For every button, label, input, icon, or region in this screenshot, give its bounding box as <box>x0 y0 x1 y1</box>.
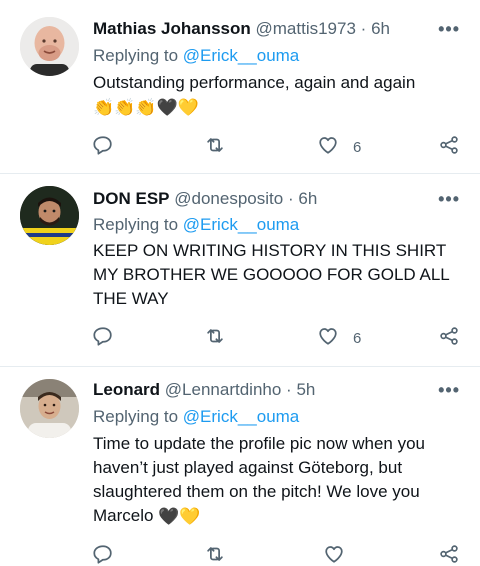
tweet-3[interactable]: Leonard @Lennartdinho · 5h ••• Replying … <box>0 367 480 566</box>
retweet-button[interactable] <box>204 544 226 566</box>
retweet-icon <box>204 325 226 352</box>
mention-link[interactable]: @Erick__ouma <box>183 407 299 426</box>
share-button[interactable] <box>438 326 460 350</box>
heart-icon <box>323 543 345 566</box>
replying-to: Replying to @Erick__ouma <box>93 213 299 237</box>
replying-prefix: Replying to <box>93 46 179 65</box>
tweet-actions: 6 <box>0 326 480 350</box>
mention-link[interactable]: @Erick__ouma <box>183 46 299 65</box>
more-options-icon[interactable]: ••• <box>438 187 460 211</box>
replying-to: Replying to @Erick__ouma <box>93 405 299 429</box>
like-button[interactable]: 6 <box>317 326 361 350</box>
share-button[interactable] <box>438 544 460 566</box>
reply-icon <box>92 134 114 161</box>
share-button[interactable] <box>438 135 460 159</box>
like-count: 6 <box>353 138 362 156</box>
avatar[interactable] <box>20 186 79 245</box>
tweet-text: KEEP ON WRITING HISTORY IN THIS SHIRT MY… <box>93 241 450 308</box>
tweet-body: Time to update the profile pic now when … <box>93 434 426 525</box>
avatar[interactable] <box>20 17 79 76</box>
more-options-icon[interactable]: ••• <box>438 378 460 402</box>
emoji-line: 🖤💛 <box>158 506 201 526</box>
timestamp[interactable]: 6h <box>371 19 390 38</box>
heart-icon <box>317 325 339 352</box>
tweet-header: Mathias Johansson @mattis1973 · 6h ••• <box>93 17 460 41</box>
reply-icon <box>92 325 114 352</box>
more-options-icon[interactable]: ••• <box>438 17 460 41</box>
separator-dot: · <box>287 189 294 208</box>
display-name[interactable]: Leonard <box>93 380 160 399</box>
avatar-image <box>20 186 79 245</box>
replying-prefix: Replying to <box>93 215 179 234</box>
like-button[interactable] <box>323 544 345 566</box>
separator-dot: · <box>286 380 292 399</box>
retweet-button[interactable] <box>204 326 226 350</box>
share-icon <box>438 543 460 566</box>
avatar-image <box>20 379 79 438</box>
user-handle[interactable]: @donesposito <box>174 189 283 208</box>
mention-link[interactable]: @Erick__ouma <box>183 215 299 234</box>
tweet-actions <box>0 544 480 566</box>
share-icon <box>438 134 460 161</box>
display-name[interactable]: DON ESP <box>93 189 170 208</box>
heart-icon <box>317 134 339 161</box>
reply-button[interactable] <box>92 135 114 159</box>
reply-icon <box>92 543 114 566</box>
reply-button[interactable] <box>92 544 114 566</box>
like-button[interactable]: 6 <box>317 135 361 159</box>
tweet-header: Leonard @Lennartdinho · 5h ••• <box>93 378 460 402</box>
share-icon <box>438 325 460 352</box>
tweet-text: Time to update the profile pic now when … <box>93 432 458 528</box>
timestamp[interactable]: 6h <box>298 189 317 208</box>
emoji-line: 👏👏👏🖤💛 <box>93 97 199 117</box>
user-handle[interactable]: @Lennartdinho <box>165 380 282 399</box>
retweet-icon <box>204 543 226 566</box>
retweet-icon <box>204 134 226 161</box>
tweet-actions: 6 <box>0 135 480 159</box>
tweet-header: DON ESP @donesposito · 6h ••• <box>93 187 460 211</box>
avatar-image <box>20 17 79 76</box>
tweet-body: Outstanding performance, again and again <box>93 73 416 92</box>
reply-button[interactable] <box>92 326 114 350</box>
tweet-2[interactable]: DON ESP @donesposito · 6h ••• Replying t… <box>0 174 480 367</box>
tweet-text: Outstanding performance, again and again… <box>93 71 458 119</box>
replying-to: Replying to @Erick__ouma <box>93 44 299 68</box>
like-count: 6 <box>353 329 362 347</box>
replying-prefix: Replying to <box>93 407 179 426</box>
avatar[interactable] <box>20 379 79 438</box>
tweet-1[interactable]: Mathias Johansson @mattis1973 · 6h ••• R… <box>0 0 480 174</box>
retweet-button[interactable] <box>204 135 226 159</box>
display-name[interactable]: Mathias Johansson <box>93 19 251 38</box>
timestamp[interactable]: 5h <box>296 380 315 399</box>
user-handle[interactable]: @mattis1973 <box>256 19 356 38</box>
separator-dot: · <box>360 19 367 38</box>
